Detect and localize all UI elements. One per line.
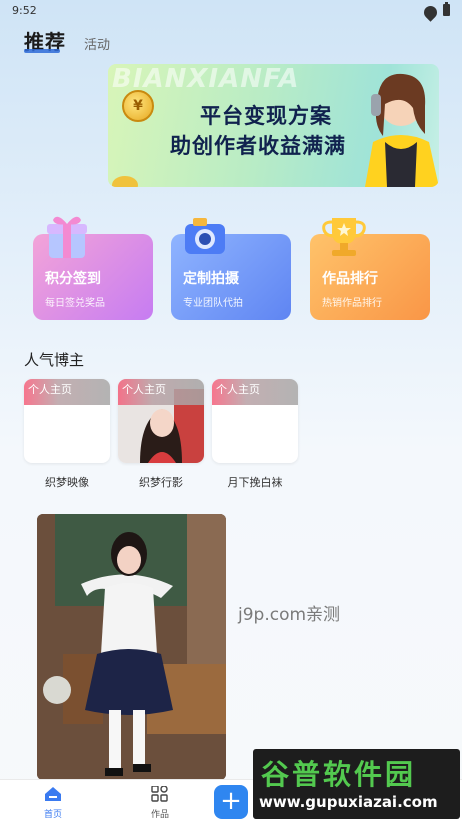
coin-icon: ¥ (122, 90, 154, 122)
wifi-icon (424, 5, 437, 15)
profile-tag: 个人主页 (216, 383, 260, 396)
post-card[interactable] (37, 514, 226, 780)
grid-icon (151, 785, 168, 802)
banner-line2: 助创作者收益满满 (170, 134, 346, 158)
profile-tag: 个人主页 (122, 383, 166, 396)
brand-line2: www.gupuxiazai.com (259, 793, 438, 811)
blogger-name[interactable]: 织梦行影 (118, 474, 204, 490)
feature-title: 定制拍摄 (183, 271, 239, 287)
post-photo (37, 514, 226, 780)
gift-box-icon (47, 216, 87, 258)
trophy-icon (322, 218, 366, 256)
promo-banner[interactable]: BIANXIANFA ¥ 平台变现方案 助创作者收益满满 (108, 64, 439, 187)
feature-checkin[interactable]: 积分签到 每日签兑奖品 (33, 210, 153, 320)
profile-tag: 个人主页 (28, 383, 72, 396)
tab-activity[interactable]: 活动 (84, 34, 110, 55)
brand-watermark-logo: 谷普软件园 www.gupuxiazai.com (253, 749, 460, 819)
feature-subtitle: 专业团队代拍 (183, 298, 243, 309)
feature-ranking[interactable]: 作品排行 热销作品排行 (310, 210, 430, 320)
blogger-card[interactable]: 个人主页 (212, 379, 298, 463)
blogger-name[interactable]: 织梦映像 (24, 474, 110, 490)
feature-subtitle: 每日签兑奖品 (45, 298, 105, 309)
feature-title: 积分签到 (45, 271, 101, 287)
section-title-popular: 人气博主 (24, 351, 85, 369)
brand-line1: 谷普软件园 (261, 758, 417, 791)
feature-title: 作品排行 (322, 271, 378, 287)
status-bar: 9:52 (0, 0, 462, 22)
nav-home-label: 首页 (43, 810, 62, 820)
feature-custom-shoot[interactable]: 定制拍摄 专业团队代拍 (171, 210, 291, 320)
coin-small-icon (112, 176, 138, 187)
nav-works[interactable]: 作品 (140, 785, 180, 820)
camera-icon (185, 218, 225, 254)
banner-line1: 平台变现方案 (200, 104, 332, 128)
home-icon (45, 787, 61, 801)
top-tabs: 推荐 活动 (24, 26, 110, 55)
feature-subtitle: 热销作品排行 (322, 298, 382, 309)
status-icons (424, 2, 450, 16)
blogger-card[interactable]: 个人主页 (24, 379, 110, 463)
watermark-text: j9p.com亲测 (238, 605, 341, 625)
blogger-name[interactable]: 月下挽白袜 (212, 474, 298, 490)
banner-character-illustration (365, 73, 439, 187)
battery-icon (443, 2, 450, 16)
tab-recommend[interactable]: 推荐 (24, 26, 66, 55)
nav-works-label: 作品 (150, 810, 169, 820)
nav-home[interactable]: 首页 (33, 786, 73, 820)
status-time: 9:52 (12, 4, 37, 17)
blogger-card[interactable]: 个人主页 (118, 379, 204, 463)
add-button[interactable]: + (214, 785, 248, 819)
